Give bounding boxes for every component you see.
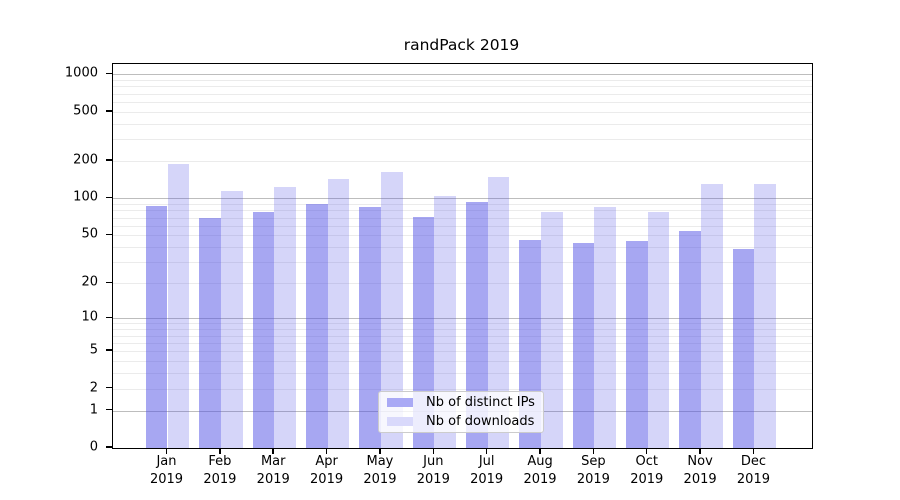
ytick-mark-200 [106, 159, 112, 161]
ytick-mark-20 [106, 282, 112, 284]
xtick-label-dec: Dec 2019 [723, 453, 783, 489]
gridline-500 [113, 112, 812, 113]
bar-ips-apr [306, 204, 328, 449]
ytick-mark-50 [106, 234, 112, 236]
gridline-700 [113, 94, 812, 95]
bar-ips-nov [679, 231, 701, 448]
bar-downloads-dec [754, 184, 776, 448]
xtick-label-aug: Aug 2019 [510, 453, 570, 489]
ytick-label-10: 10 [0, 310, 98, 325]
bar-ips-oct [626, 241, 648, 448]
ytick-mark-2 [106, 387, 112, 389]
legend-swatch-distinct-ips [387, 398, 413, 407]
xtick-label-nov: Nov 2019 [670, 453, 730, 489]
bar-downloads-oct [648, 212, 670, 448]
gridline-300 [113, 139, 812, 140]
xtick-label-oct: Oct 2019 [617, 453, 677, 489]
bar-ips-mar [253, 212, 275, 448]
xtick-label-mar: Mar 2019 [243, 453, 303, 489]
xtick-label-may: May 2019 [350, 453, 410, 489]
bar-downloads-mar [274, 187, 296, 448]
legend-item-downloads: Nb of downloads [379, 413, 543, 431]
bar-downloads-feb [221, 191, 243, 448]
figure: randPack 2019 0 1 2 5 10 20 50 100 200 500 1000 Ja… [0, 0, 900, 500]
bar-downloads-apr [328, 179, 350, 448]
bar-ips-jan [146, 206, 168, 448]
bar-ips-dec [733, 249, 755, 448]
ytick-mark-100 [106, 197, 112, 199]
bar-downloads-aug [541, 212, 563, 448]
bar-ips-sep [573, 243, 595, 448]
gridline-800 [113, 86, 812, 87]
ytick-label-500: 500 [0, 103, 98, 118]
xtick-label-apr: Apr 2019 [297, 453, 357, 489]
gridline-400 [113, 124, 812, 125]
ytick-mark-1 [106, 409, 112, 411]
legend-label-distinct-ips: Nb of distinct IPs [426, 395, 535, 410]
ytick-label-0: 0 [0, 440, 98, 455]
ytick-mark-1000 [106, 73, 112, 75]
ytick-mark-10 [106, 317, 112, 319]
gridline-900 [113, 80, 812, 81]
ytick-mark-0 [106, 446, 112, 448]
legend-swatch-downloads [387, 417, 413, 426]
bar-ips-feb [199, 218, 221, 448]
ytick-mark-5 [106, 349, 112, 351]
xtick-label-jul: Jul 2019 [457, 453, 517, 489]
ytick-label-200: 200 [0, 153, 98, 168]
ytick-label-2: 2 [0, 380, 98, 395]
ytick-label-1000: 1000 [0, 66, 98, 81]
gridline-1000 [113, 74, 812, 75]
legend-label-downloads: Nb of downloads [426, 414, 534, 429]
gridline-600 [113, 102, 812, 103]
bar-downloads-nov [701, 184, 723, 448]
bar-downloads-sep [594, 207, 616, 448]
xtick-label-sep: Sep 2019 [563, 453, 623, 489]
ytick-label-50: 50 [0, 227, 98, 242]
ytick-mark-500 [106, 110, 112, 112]
ytick-label-20: 20 [0, 275, 98, 290]
xtick-label-jun: Jun 2019 [403, 453, 463, 489]
legend: Nb of distinct IPs Nb of downloads [378, 391, 544, 433]
xtick-label-feb: Feb 2019 [190, 453, 250, 489]
chart-title: randPack 2019 [112, 36, 811, 54]
xtick-label-jan: Jan 2019 [137, 453, 197, 489]
gridline-200 [113, 161, 812, 162]
bar-downloads-jan [168, 164, 190, 448]
legend-item-distinct-ips: Nb of distinct IPs [379, 393, 543, 411]
ytick-label-1: 1 [0, 402, 98, 417]
ytick-label-5: 5 [0, 343, 98, 358]
ytick-label-100: 100 [0, 190, 98, 205]
